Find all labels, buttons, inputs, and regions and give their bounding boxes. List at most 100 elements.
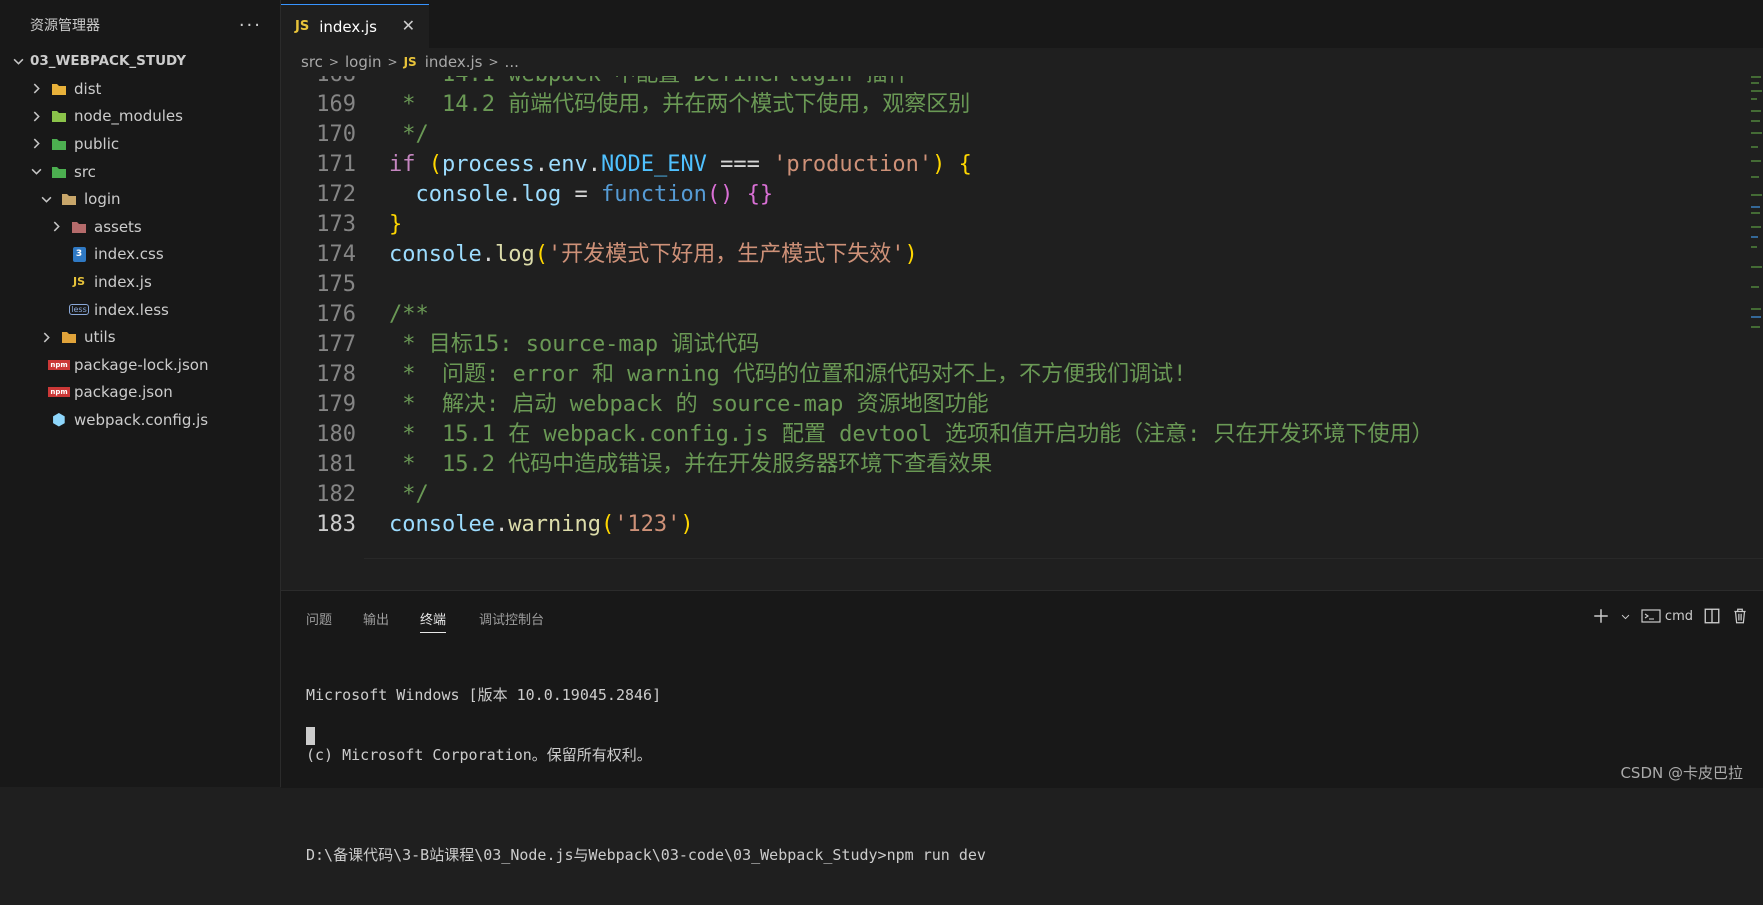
tree-item-1[interactable]: node_modules — [0, 103, 280, 131]
split-terminal-icon[interactable] — [1703, 607, 1721, 625]
folder-node-icon — [50, 108, 68, 124]
explorer-header: 资源管理器 ··· — [0, 0, 280, 50]
tab-problems[interactable]: 问题 — [306, 609, 332, 628]
tree-item-0[interactable]: dist — [0, 75, 280, 103]
code-token: consolee — [389, 512, 495, 537]
folder-src-icon — [50, 164, 68, 180]
tree-item-10[interactable]: npm package-lock.json — [0, 351, 280, 379]
line-number: 179 — [316, 392, 356, 417]
code-token: console — [415, 182, 509, 207]
editor-group: JS index.js ✕ src > login > JS index.js … — [281, 0, 1763, 590]
code-token: * 15.2 代码中造成错误，并在开发服务器环境下查看效果 — [389, 452, 993, 477]
code-token: ( — [534, 242, 548, 267]
tree-item-4[interactable]: login — [0, 185, 280, 213]
line-number: 175 — [316, 272, 356, 297]
tree-item-8[interactable]: less index.less — [0, 296, 280, 324]
tree-item-label: index.js — [94, 272, 152, 291]
code-text: consolee.warning('123') — [389, 508, 694, 542]
chevron-down-icon — [28, 166, 44, 177]
minimap[interactable] — [1749, 76, 1763, 376]
tab-debug-console[interactable]: 调试控制台 — [479, 609, 544, 628]
code-token: } — [389, 212, 403, 237]
code-token: () — [706, 182, 734, 207]
chevron-down-icon[interactable] — [1620, 611, 1631, 622]
tree-item-6[interactable]: 3 index.css — [0, 241, 280, 269]
code-editor[interactable]: 168 * 14.1 webpack 中配置 DefinePlugin 插件16… — [281, 76, 1763, 590]
code-text: * 解决: 启动 webpack 的 source-map 资源地图功能 — [389, 388, 988, 422]
code-token: process — [442, 152, 535, 177]
chevron-right-icon: > — [387, 55, 398, 69]
close-icon[interactable]: ✕ — [402, 16, 415, 35]
line-number: 178 — [316, 362, 356, 387]
terminal-selector[interactable]: cmd — [1641, 608, 1693, 624]
code-token: log — [494, 242, 535, 267]
tree-item-7[interactable]: JS index.js — [0, 268, 280, 296]
terminal-output[interactable]: Microsoft Windows [版本 10.0.19045.2846] (… — [306, 645, 986, 905]
tree-item-label: package.json — [74, 383, 173, 402]
code-text: */ — [389, 118, 429, 152]
line-number: 173 — [316, 212, 356, 237]
panel-actions: cmd — [1592, 601, 1749, 631]
tree-item-3[interactable]: src — [0, 158, 280, 186]
tab-terminal[interactable]: 终端 — [420, 609, 447, 633]
tree-item-12[interactable]: ⬢ webpack.config.js — [0, 406, 280, 434]
folder-public-icon — [50, 136, 68, 152]
line-number: 180 — [316, 422, 356, 447]
folder-open-icon — [60, 191, 78, 207]
tree-item-label: login — [84, 190, 121, 209]
tree-item-9[interactable]: utils — [0, 323, 280, 351]
code-token: = — [561, 182, 601, 207]
breadcrumb-login[interactable]: login — [345, 53, 382, 71]
new-terminal-plus-icon[interactable] — [1592, 607, 1610, 625]
code-line: 171 if (process.env.NODE_ENV === 'product… — [281, 148, 1741, 182]
terminal-line: D:\备课代码\3-B站课程\03_Node.js与Webpack\03-cod… — [306, 846, 986, 864]
tree-item-5[interactable]: assets — [0, 213, 280, 241]
workspace-root-label: 03_WEBPACK_STUDY — [30, 53, 187, 69]
tree-item-label: index.css — [94, 245, 164, 264]
chevron-right-icon — [38, 332, 54, 343]
js-file-icon: JS — [72, 275, 85, 289]
breadcrumb-file[interactable]: index.js — [425, 53, 483, 71]
terminal-name: cmd — [1664, 608, 1693, 624]
tab-bar: JS index.js ✕ — [281, 0, 1763, 48]
code-token: * 14.2 前端代码使用，并在两个模式下使用，观察区别 — [389, 92, 971, 117]
breadcrumb-symbol[interactable]: ... — [505, 53, 519, 71]
code-token: ) — [932, 152, 946, 177]
chevron-right-icon — [28, 83, 44, 94]
workspace-root[interactable]: 03_WEBPACK_STUDY — [0, 48, 280, 74]
code-token: ( — [600, 512, 615, 537]
tree-item-11[interactable]: npm package.json — [0, 379, 280, 407]
line-number: 171 — [316, 152, 356, 177]
chevron-right-icon — [28, 111, 44, 122]
breadcrumb-src[interactable]: src — [301, 53, 323, 71]
npm-file-icon: npm — [48, 359, 70, 370]
code-token: ) — [680, 512, 694, 537]
code-text: * 问题: error 和 warning 代码的位置和源代码对不上，不方便我们… — [389, 358, 1186, 392]
code-line: 180 * 15.1 在 webpack.config.js 配置 devtoo… — [281, 418, 1741, 452]
code-token: 'production' — [773, 152, 933, 177]
code-token: '123' — [614, 512, 681, 537]
chevron-right-icon — [48, 221, 64, 232]
code-token: * 15.1 在 webpack.config.js 配置 devtool 选项… — [389, 422, 1434, 447]
code-line: 170 */ — [281, 118, 1741, 152]
code-line: 169 * 14.2 前端代码使用，并在两个模式下使用，观察区别 — [281, 88, 1741, 122]
explorer-sidebar: 资源管理器 ··· 03_WEBPACK_STUDY dist node_modu… — [0, 0, 281, 787]
line-number: 181 — [316, 452, 356, 477]
line-number: 177 — [316, 332, 356, 357]
code-text: * 14.2 前端代码使用，并在两个模式下使用，观察区别 — [389, 88, 970, 122]
tab-index-js[interactable]: JS index.js ✕ — [281, 4, 429, 48]
trash-icon[interactable] — [1731, 607, 1749, 625]
tab-output[interactable]: 输出 — [363, 609, 389, 628]
code-token: warning — [508, 512, 601, 537]
folder-utils-icon — [60, 329, 78, 345]
code-token: * 14.1 webpack 中配置 DefinePlugin 插件 — [389, 76, 909, 87]
tree-item-label: public — [74, 134, 120, 153]
bottom-panel: 问题 输出 终端 调试控制台 cmd Microsoft Windows [版本… — [281, 590, 1763, 864]
code-token: { — [958, 152, 972, 177]
tree-item-2[interactable]: public — [0, 130, 280, 158]
more-actions-icon[interactable]: ··· — [239, 15, 262, 36]
